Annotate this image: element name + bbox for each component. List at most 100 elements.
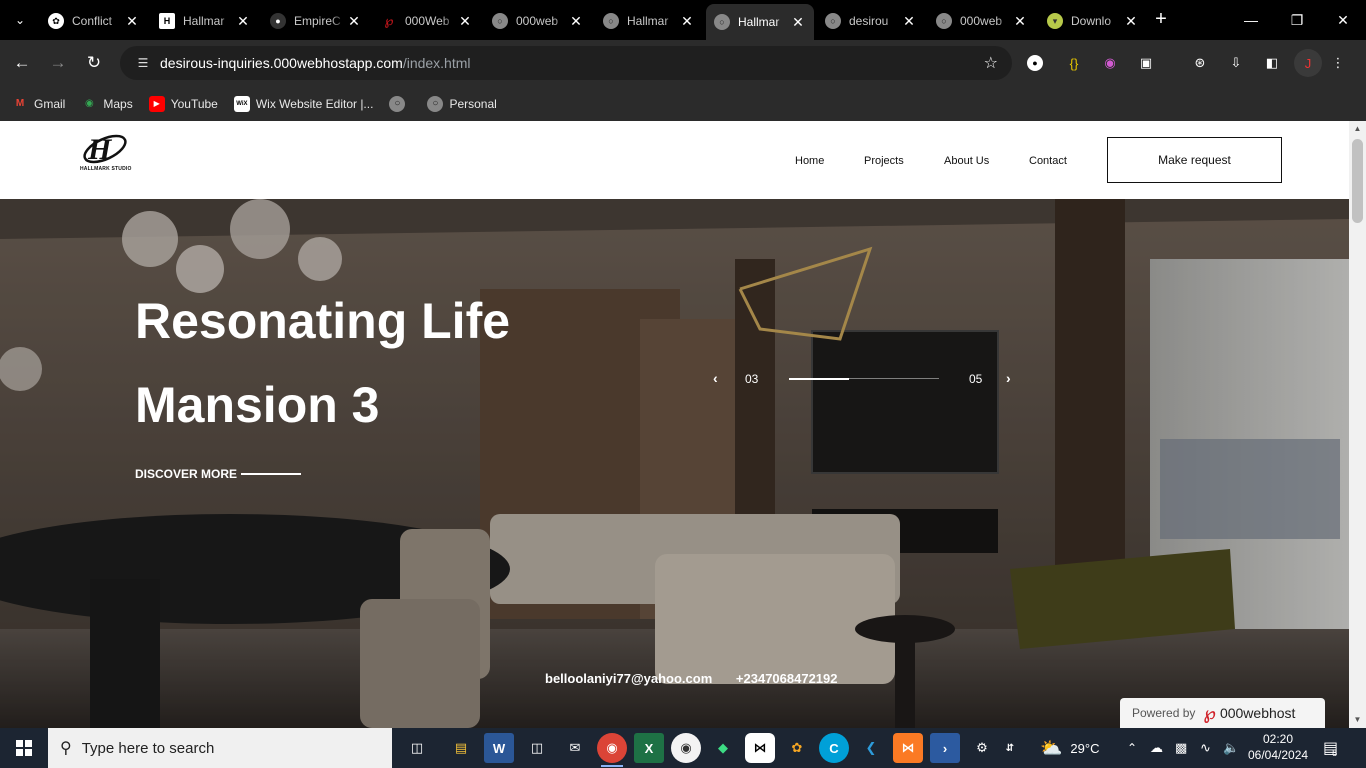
- close-icon[interactable]: ✕: [457, 13, 473, 30]
- address-bar[interactable]: ☰ desirous-inquiries.000webhostapp.com/i…: [120, 46, 1012, 80]
- windows-start-icon[interactable]: [0, 728, 48, 768]
- bookmark-personal[interactable]: ○ Personal: [427, 95, 497, 112]
- forward-arrow-icon[interactable]: →: [46, 51, 70, 75]
- bookmark-gmail[interactable]: M Gmail: [12, 96, 66, 112]
- canva-icon[interactable]: C: [819, 733, 849, 763]
- page-scrollbar[interactable]: ▲ ▼: [1349, 121, 1366, 728]
- scroll-down-icon[interactable]: ▼: [1349, 712, 1366, 728]
- wifi-icon[interactable]: ∿: [1200, 728, 1211, 768]
- nav-contact[interactable]: Contact: [1029, 155, 1067, 167]
- youtube-icon: ▶: [148, 95, 165, 112]
- back-arrow-icon[interactable]: ←: [10, 51, 34, 75]
- close-icon[interactable]: ✕: [679, 13, 695, 30]
- discover-more-link[interactable]: DISCOVER MORE: [135, 467, 302, 481]
- tab[interactable]: H Hallmar ✕: [151, 6, 259, 36]
- discover-underline: [241, 473, 302, 475]
- clock[interactable]: 02:20 06/04/2024: [1248, 731, 1308, 763]
- menu-kebab-icon[interactable]: ⋮: [1327, 52, 1349, 74]
- bookmark-wix[interactable]: WiX Wix Website Editor |...: [233, 95, 373, 112]
- make-request-button[interactable]: Make request: [1107, 137, 1282, 183]
- performance-icon[interactable]: ⊛: [1189, 52, 1211, 74]
- close-icon[interactable]: ✕: [901, 13, 917, 30]
- word-icon[interactable]: W: [484, 733, 514, 763]
- close-icon[interactable]: ✕: [346, 13, 362, 30]
- tab[interactable]: ○ desirou ✕: [817, 6, 925, 36]
- xampp-icon[interactable]: ⋈: [893, 733, 923, 763]
- slide-total: 05: [969, 372, 983, 386]
- close-icon[interactable]: ✕: [1012, 13, 1028, 30]
- json-extension-icon[interactable]: {}: [1063, 52, 1085, 74]
- tab[interactable]: ● EmpireC ✕: [262, 6, 370, 36]
- nav-about-us[interactable]: About Us: [944, 155, 989, 167]
- battery-icon[interactable]: ▩: [1175, 728, 1187, 768]
- nav-projects[interactable]: Projects: [864, 155, 904, 167]
- volume-icon[interactable]: 🔈: [1223, 728, 1239, 768]
- tab[interactable]: ○ 000web ✕: [928, 6, 1036, 36]
- hallmark-icon: H: [159, 13, 175, 29]
- tab[interactable]: ○ 000web ✕: [484, 6, 592, 36]
- download-icon: ▾: [1047, 13, 1063, 29]
- minimize-icon[interactable]: —: [1228, 6, 1274, 34]
- site-info-icon[interactable]: ☰: [128, 56, 158, 70]
- taskbar-search[interactable]: ⚲ Type here to search: [48, 728, 392, 768]
- bookmark-maps[interactable]: ◉ Maps: [81, 96, 133, 112]
- excel-icon[interactable]: X: [634, 733, 664, 763]
- nav-home[interactable]: Home: [795, 155, 824, 167]
- contact-email[interactable]: belloolaniyi77@yahoo.com: [545, 671, 712, 686]
- tab-active[interactable]: ○ Hallmar ✕: [706, 4, 814, 40]
- gmail-icon: M: [15, 98, 25, 109]
- extensions-puzzle-icon[interactable]: ▣: [1135, 52, 1157, 74]
- android-studio-icon[interactable]: ◆: [708, 733, 738, 763]
- weather-widget[interactable]: ⛅ 29°C: [1040, 728, 1099, 768]
- cloud-tray-icon[interactable]: ☁: [1150, 728, 1163, 768]
- tab[interactable]: ✿ Conflict ✕: [40, 6, 148, 36]
- profile-avatar[interactable]: J: [1294, 49, 1322, 77]
- bookmark-globe[interactable]: ○: [389, 95, 411, 112]
- tab[interactable]: ▾ Downlo ✕: [1039, 6, 1147, 36]
- window-close-icon[interactable]: ✕: [1320, 6, 1366, 34]
- extension-circle-icon[interactable]: ●: [1027, 55, 1043, 71]
- chrome-icon[interactable]: ◉: [597, 733, 627, 767]
- file-explorer-icon[interactable]: ▤: [446, 733, 476, 763]
- mail-icon[interactable]: ✉: [560, 733, 590, 763]
- broadcast-extension-icon[interactable]: ◉: [1099, 52, 1121, 74]
- taskbar-scroll-icon[interactable]: ⇵: [1003, 733, 1017, 763]
- bookmark-youtube[interactable]: ▶ YouTube: [148, 95, 218, 112]
- notifications-icon[interactable]: ▤ 8: [1323, 728, 1338, 768]
- tab[interactable]: ℘ 000Web ✕: [373, 6, 481, 36]
- globe-icon: ○: [714, 14, 730, 30]
- bookmark-star-icon[interactable]: ☆: [984, 53, 998, 73]
- close-icon[interactable]: ✕: [124, 13, 140, 30]
- task-view-icon[interactable]: ◫: [402, 733, 432, 763]
- tray-chevron-icon[interactable]: ⌃: [1127, 728, 1137, 768]
- weather-cloud-icon: ⛅: [1040, 737, 1063, 758]
- close-icon[interactable]: ✕: [235, 13, 251, 30]
- close-icon[interactable]: ✕: [568, 13, 584, 30]
- tab[interactable]: ○ Hallmar ✕: [595, 6, 703, 36]
- restore-icon[interactable]: ❐: [1274, 6, 1320, 34]
- chevron-left-icon[interactable]: ‹: [713, 370, 718, 386]
- powered-by-badge[interactable]: Powered by ℘ 000webhost: [1120, 698, 1325, 728]
- capcut-icon[interactable]: ⋈: [745, 733, 775, 763]
- contact-phone[interactable]: +2347068472192: [736, 671, 838, 686]
- github-icon: ●: [270, 13, 286, 29]
- download-icon[interactable]: ⇩: [1225, 52, 1247, 74]
- close-icon[interactable]: ✕: [790, 14, 806, 31]
- powershell-icon[interactable]: ›: [930, 733, 960, 763]
- reload-icon[interactable]: ↻: [82, 51, 106, 75]
- tab-search-chevron-icon[interactable]: ⌄: [8, 8, 32, 32]
- 000webhost-icon: ℘: [1203, 702, 1216, 723]
- davinci-icon[interactable]: ✿: [782, 733, 812, 763]
- address-url[interactable]: desirous-inquiries.000webhostapp.com/ind…: [160, 55, 471, 71]
- slide-current: 03: [745, 372, 759, 386]
- new-tab-plus-icon[interactable]: +: [1150, 9, 1172, 31]
- close-icon[interactable]: ✕: [1123, 13, 1139, 30]
- scroll-up-icon[interactable]: ▲: [1349, 121, 1366, 137]
- chevron-right-icon[interactable]: ›: [1006, 370, 1011, 386]
- vscode-icon[interactable]: ❮: [856, 733, 886, 763]
- store-icon[interactable]: ◫: [522, 733, 552, 763]
- side-panel-icon[interactable]: ◧: [1261, 52, 1283, 74]
- chrome-alt-icon[interactable]: ◉: [671, 733, 701, 763]
- scroll-thumb[interactable]: [1352, 139, 1363, 223]
- settings-gear-icon[interactable]: ⚙: [967, 733, 997, 763]
